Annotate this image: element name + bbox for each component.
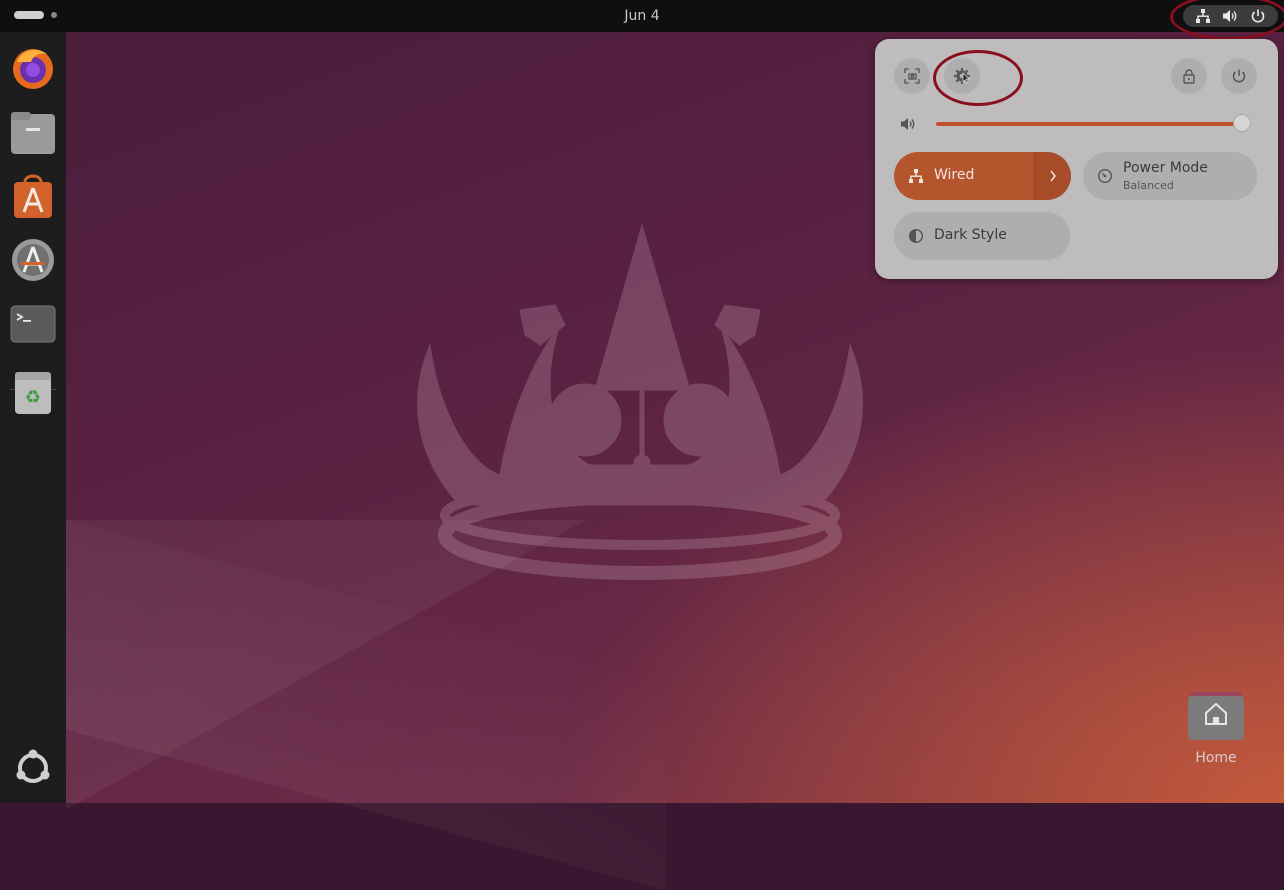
power-mode-subtitle: Balanced <box>1123 179 1174 192</box>
dock-item-firefox[interactable] <box>9 44 57 92</box>
volume-slider-track[interactable] <box>936 122 1242 126</box>
software-updater-icon <box>12 239 54 281</box>
power-icon <box>1232 69 1246 83</box>
dark-style-tile[interactable]: Dark Style <box>894 212 1070 260</box>
home-folder-label[interactable]: Home <box>1176 750 1256 766</box>
lock-button[interactable] <box>1171 58 1207 94</box>
trash-icon: ♻ <box>15 372 51 414</box>
wired-label: Wired <box>934 167 975 183</box>
home-folder-icon[interactable] <box>1188 690 1244 740</box>
dock-item-terminal[interactable] <box>9 300 57 348</box>
wallpaper-crown-logo <box>417 223 863 580</box>
annotation-highlight-settings <box>933 50 1023 106</box>
ubuntu-logo-icon <box>16 749 50 783</box>
screenshot-button[interactable] <box>894 58 930 94</box>
power-mode-label: Power Mode <box>1123 160 1208 176</box>
top-bar: Jun 4 <box>0 0 1284 32</box>
terminal-icon <box>10 305 56 343</box>
screenshot-icon <box>904 68 920 84</box>
network-icon <box>908 168 924 188</box>
dock-item-show-apps[interactable] <box>9 744 57 792</box>
clock[interactable]: Jun 4 <box>0 8 1284 24</box>
dark-style-icon <box>908 228 924 248</box>
dock-item-software-updater[interactable] <box>9 236 57 284</box>
power-off-button[interactable] <box>1221 58 1257 94</box>
files-icon <box>11 112 55 154</box>
volume-icon <box>900 116 916 136</box>
lock-icon <box>1183 69 1195 84</box>
dock-item-trash[interactable]: ♻ <box>9 368 57 416</box>
volume-slider-handle[interactable] <box>1233 114 1251 132</box>
dock: ♻ <box>0 32 66 803</box>
app-center-icon <box>14 174 52 218</box>
svg-text:♻: ♻ <box>25 387 41 408</box>
dock-item-app-center[interactable] <box>9 172 57 220</box>
dock-item-files[interactable] <box>9 108 57 156</box>
power-mode-gauge-icon <box>1097 168 1113 188</box>
wired-toggle-tile[interactable]: Wired <box>894 152 1071 200</box>
chevron-right-icon <box>1050 170 1056 182</box>
firefox-icon <box>13 49 53 89</box>
power-mode-tile[interactable]: Power Mode Balanced <box>1083 152 1257 200</box>
dark-style-label: Dark Style <box>934 227 1007 243</box>
